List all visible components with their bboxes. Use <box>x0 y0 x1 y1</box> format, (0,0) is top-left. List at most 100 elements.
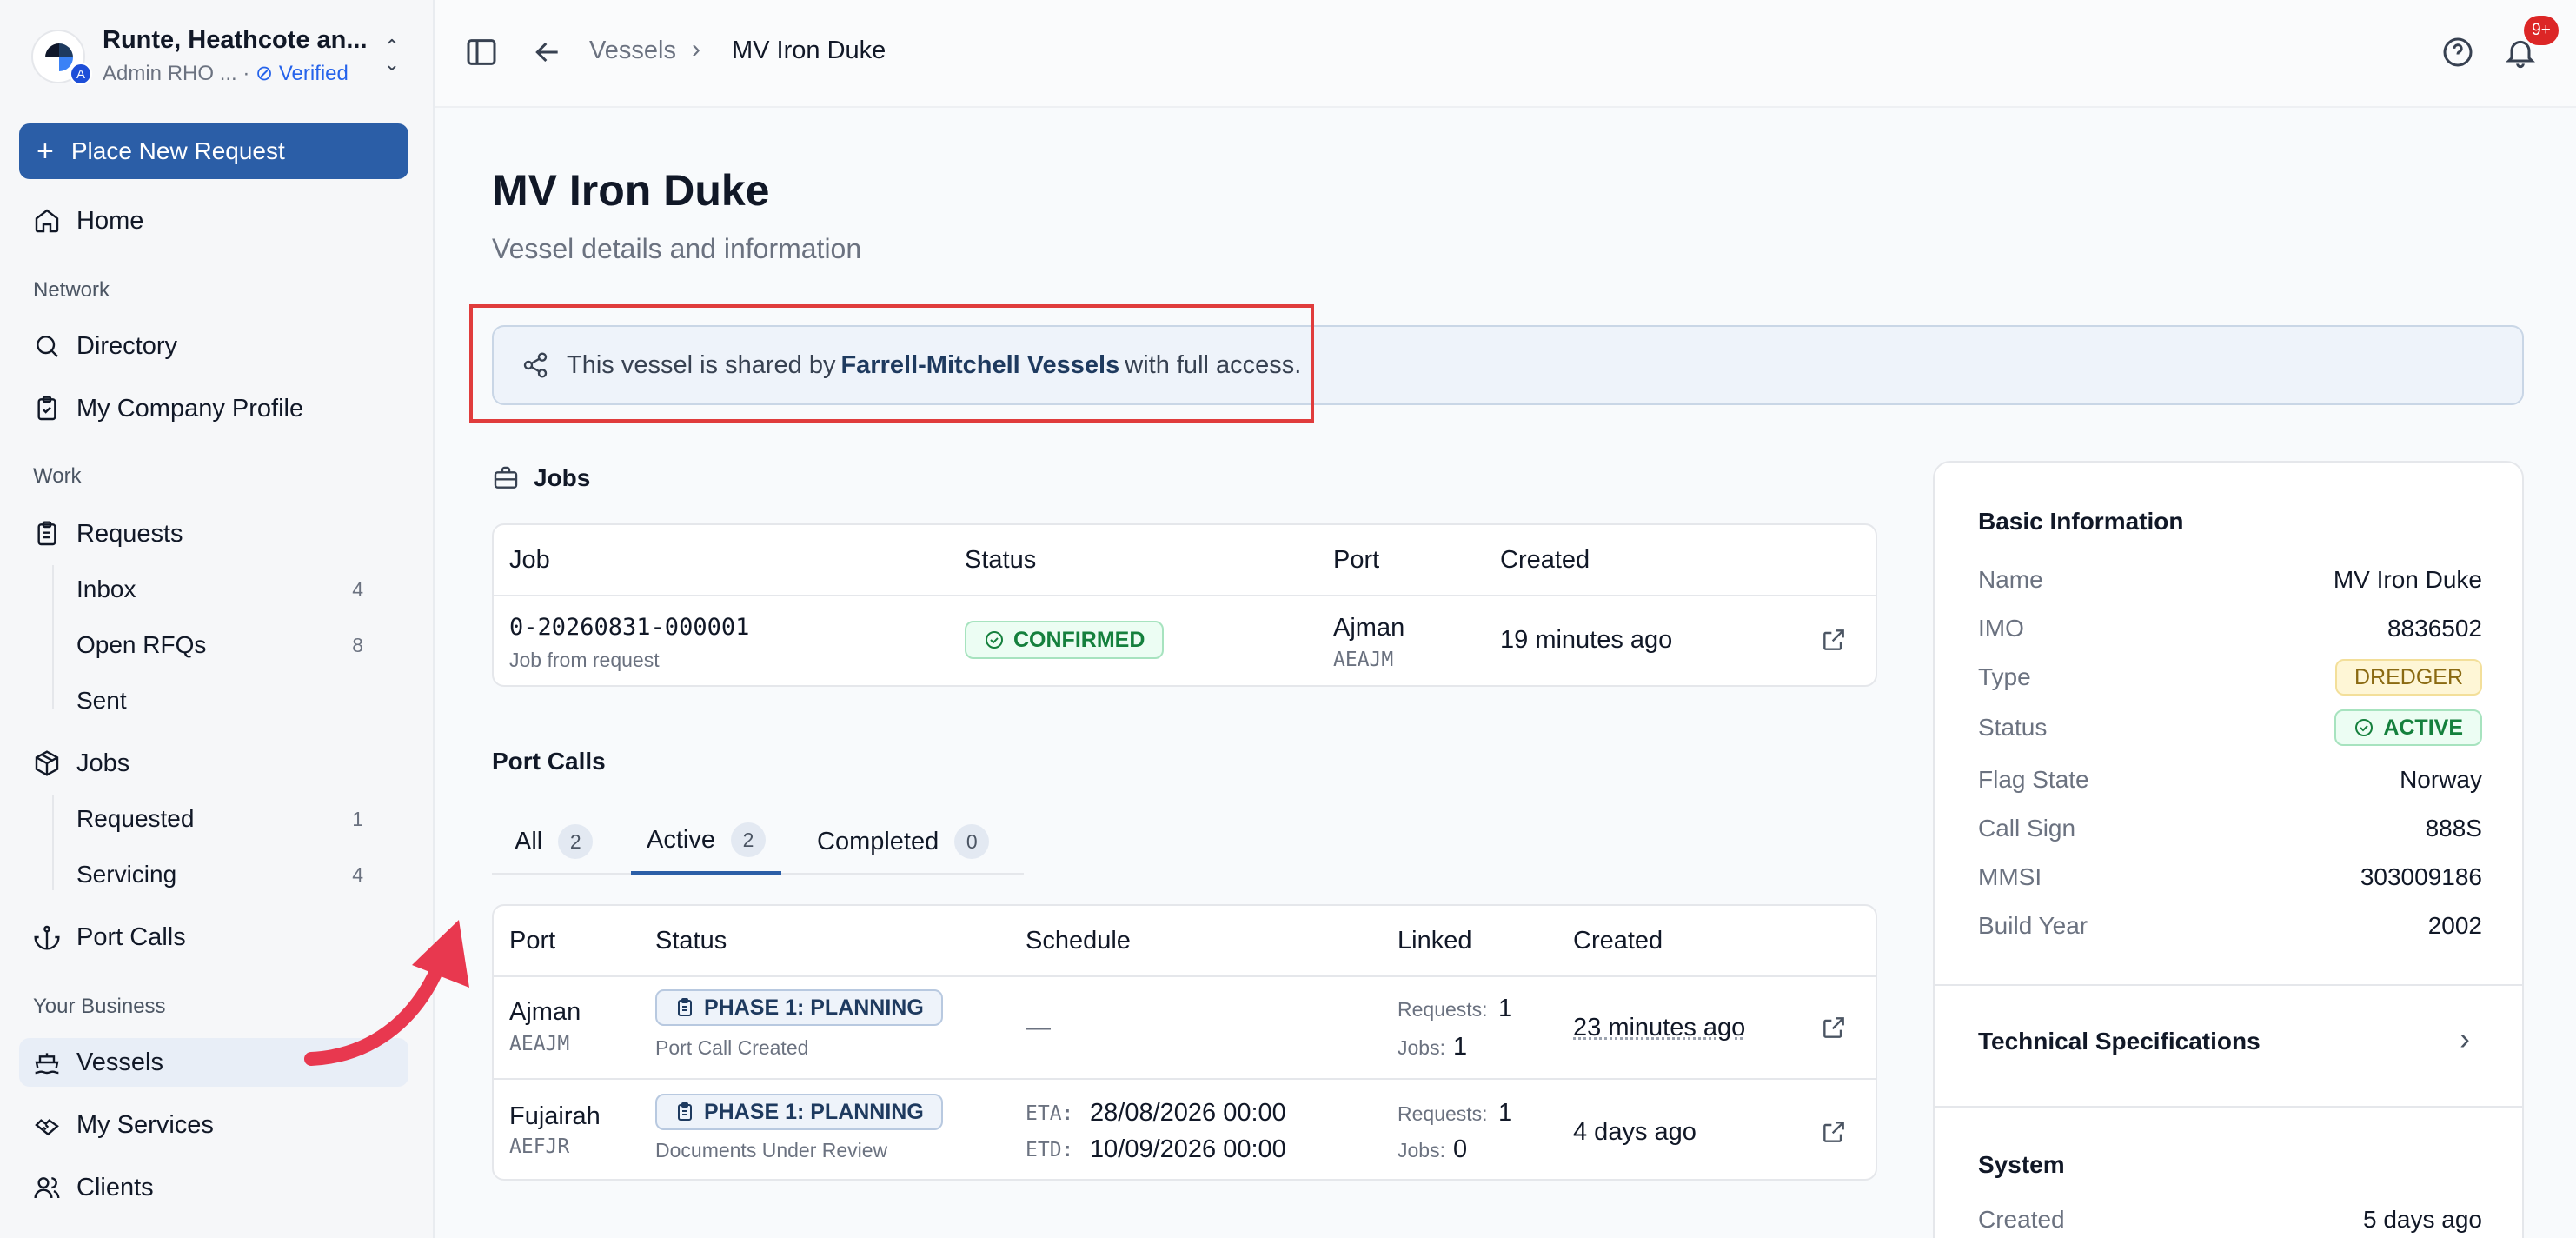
check-circle-icon: ⊘ <box>256 62 274 85</box>
info-value: 888S <box>2425 815 2482 842</box>
divider <box>494 1078 1876 1080</box>
info-row-name: Name MV Iron Duke <box>1978 558 2482 602</box>
status-label: ACTIVE <box>2383 715 2463 740</box>
page-title: MV Iron Duke <box>492 166 770 215</box>
sidebar-item-open-rfqs[interactable]: Open RFQs 8 <box>76 622 363 668</box>
column-header-port: Port <box>509 927 556 955</box>
ship-icon <box>35 1053 59 1075</box>
port-calls-table: Port Status Schedule Linked Created Ajma… <box>492 904 1877 1181</box>
section-label-your-business: Your Business <box>33 995 166 1018</box>
sidebar-item-label: Port Calls <box>76 922 186 951</box>
tab-label: All <box>515 827 543 855</box>
status-label: PHASE 1: PLANNING <box>704 995 924 1020</box>
info-row-created: Created 5 days ago <box>1978 1198 2482 1238</box>
external-link-icon[interactable] <box>1820 1014 1848 1042</box>
sidebar-item-label: Jobs <box>76 749 130 777</box>
sidebar-item-home[interactable]: Home <box>19 196 408 245</box>
schedule-empty: — <box>1026 1014 1051 1042</box>
info-row-call-sign: Call Sign 888S <box>1978 807 2482 850</box>
sidebar-item-sent[interactable]: Sent <box>76 678 363 723</box>
chevron-right-icon: › <box>692 35 700 63</box>
sidebar-item-label: Requested <box>76 805 195 832</box>
clipboard-list-icon <box>37 521 56 546</box>
sidebar-item-label: Requests <box>76 519 183 548</box>
sidebar-item-jobs[interactable]: Jobs <box>19 739 408 788</box>
technical-specifications-title: Technical Specifications <box>1978 1028 2261 1055</box>
back-arrow-icon[interactable] <box>530 35 565 70</box>
sidebar-toggle-icon[interactable] <box>464 35 499 70</box>
section-title-label: Jobs <box>534 464 591 491</box>
breadcrumb-vessels[interactable]: Vessels <box>589 37 676 65</box>
place-new-request-button[interactable]: + Place New Request <box>19 123 408 179</box>
anchor-icon <box>34 925 60 950</box>
info-value: 5 days ago <box>2363 1206 2482 1233</box>
port-calls-section-title: Port Calls <box>492 748 606 775</box>
column-header-linked: Linked <box>1398 927 1472 955</box>
vessel-info-panel: Basic Information Name MV Iron Duke IMO … <box>1933 461 2524 1238</box>
created-time: 4 days ago <box>1573 1118 1696 1146</box>
sidebar-item-inbox[interactable]: Inbox 4 <box>76 567 363 612</box>
info-row-type: Type DREDGER <box>1978 656 2482 699</box>
tab-all[interactable]: All 2 <box>515 809 594 875</box>
info-label: Name <box>1978 566 2043 593</box>
info-value: MV Iron Duke <box>2333 566 2482 593</box>
help-icon[interactable] <box>2440 35 2475 70</box>
sidebar-item-label: Clients <box>76 1173 154 1201</box>
info-value: 303009186 <box>2360 863 2482 890</box>
info-label: Build Year <box>1978 912 2088 939</box>
linked-jobs-label: Jobs: <box>1398 1036 1445 1059</box>
sidebar-item-label: Home <box>76 206 144 235</box>
submenu-line <box>52 795 54 890</box>
info-value: 2002 <box>2427 912 2482 939</box>
tab-count: 2 <box>730 822 766 857</box>
info-row-imo: IMO 8836502 <box>1978 607 2482 650</box>
sidebar-item-clients[interactable]: Clients <box>19 1163 408 1212</box>
linked-requests-label: Requests: <box>1398 1102 1488 1125</box>
org-subtitle: Admin RHO ... · ⊘ Verified <box>103 61 349 86</box>
info-value: 8836502 <box>2387 615 2482 642</box>
status-badge: CONFIRMED <box>965 621 1165 659</box>
check-circle-icon <box>986 631 1003 649</box>
job-id[interactable]: 0-20260831-000001 <box>509 614 749 641</box>
divider <box>494 595 1876 596</box>
clipboard-icon <box>678 998 692 1016</box>
technical-specifications-toggle[interactable]: Technical Specifications › <box>1935 986 2522 1104</box>
sidebar-item-directory[interactable]: Directory <box>19 322 408 370</box>
sidebar-item-servicing[interactable]: Servicing 4 <box>76 852 363 897</box>
tab-completed[interactable]: Completed 0 <box>817 809 990 875</box>
divider <box>494 975 1876 977</box>
sidebar-item-label: Open RFQs <box>76 631 207 658</box>
linked-requests-count: 1 <box>1498 995 1513 1022</box>
info-label: Call Sign <box>1978 815 2076 842</box>
external-link-icon[interactable] <box>1820 1118 1848 1146</box>
vessel-status-badge: ACTIVE <box>2334 709 2482 746</box>
eta-label: ETA: <box>1026 1102 1074 1125</box>
page-subtitle: Vessel details and information <box>492 233 862 264</box>
column-header-created: Created <box>1573 927 1663 955</box>
jobs-table: Job Status Port Created 0-20260831-00000… <box>492 523 1877 687</box>
status-label: CONFIRMED <box>1013 627 1145 652</box>
info-label: IMO <box>1978 615 2024 642</box>
linked-requests-count: 1 <box>1498 1099 1513 1127</box>
tab-label: Active <box>647 825 715 854</box>
tab-active[interactable]: Active 2 <box>631 809 781 875</box>
submenu-line <box>52 565 54 709</box>
briefcase-icon <box>494 466 518 489</box>
tab-label: Completed <box>817 827 939 855</box>
verified-status: ⊘ Verified <box>256 62 349 85</box>
external-link-icon[interactable] <box>1820 626 1848 654</box>
check-circle-icon <box>2355 719 2374 736</box>
org-switcher[interactable]: A Runte, Heathcote an... Admin RHO ... ·… <box>31 26 405 87</box>
clipboard-check-icon <box>37 396 56 421</box>
sidebar-item-company-profile[interactable]: My Company Profile <box>19 384 408 433</box>
sidebar-item-my-services[interactable]: My Services <box>19 1101 408 1149</box>
column-header-job: Job <box>509 546 550 574</box>
sidebar-item-requested[interactable]: Requested 1 <box>76 796 363 842</box>
status-badge: PHASE 1: PLANNING <box>655 989 943 1026</box>
info-row-mmsi: MMSI 303009186 <box>1978 855 2482 899</box>
created-time: 19 minutes ago <box>1500 626 1673 654</box>
sidebar-item-requests[interactable]: Requests <box>19 509 408 558</box>
sidebar-item-label: My Services <box>76 1110 214 1139</box>
column-header-status: Status <box>655 927 727 955</box>
sidebar-item-label: Servicing <box>76 861 177 888</box>
